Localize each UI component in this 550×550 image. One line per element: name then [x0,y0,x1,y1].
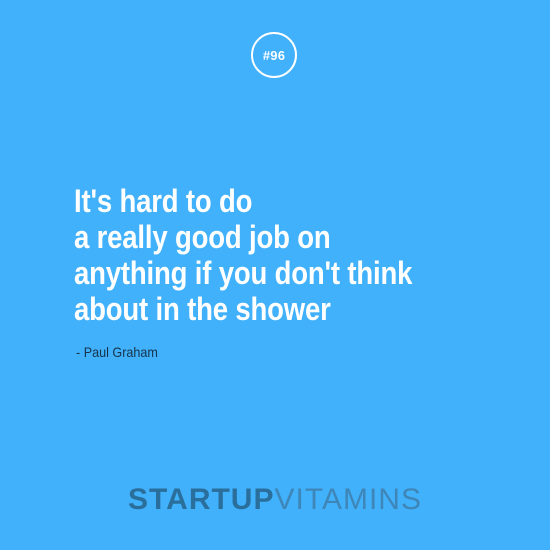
quote-line-1: It's hard to do [74,183,253,219]
quote-line-3: anything if you don't think [74,255,413,291]
quote-author: - Paul Graham [76,344,158,360]
quote-text: It's hard to do a really good job on any… [74,183,514,327]
quote-line-2: a really good job on [74,219,331,255]
brand-logo: STARTUPVITAMINS [0,482,550,518]
quote-number: #96 [262,47,286,63]
brand-logo-bold: STARTUP [128,483,275,516]
quote-line-4: about in the shower [74,291,331,327]
brand-logo-light: VITAMINS [274,483,422,516]
quote-number-badge: #96 [251,32,297,78]
